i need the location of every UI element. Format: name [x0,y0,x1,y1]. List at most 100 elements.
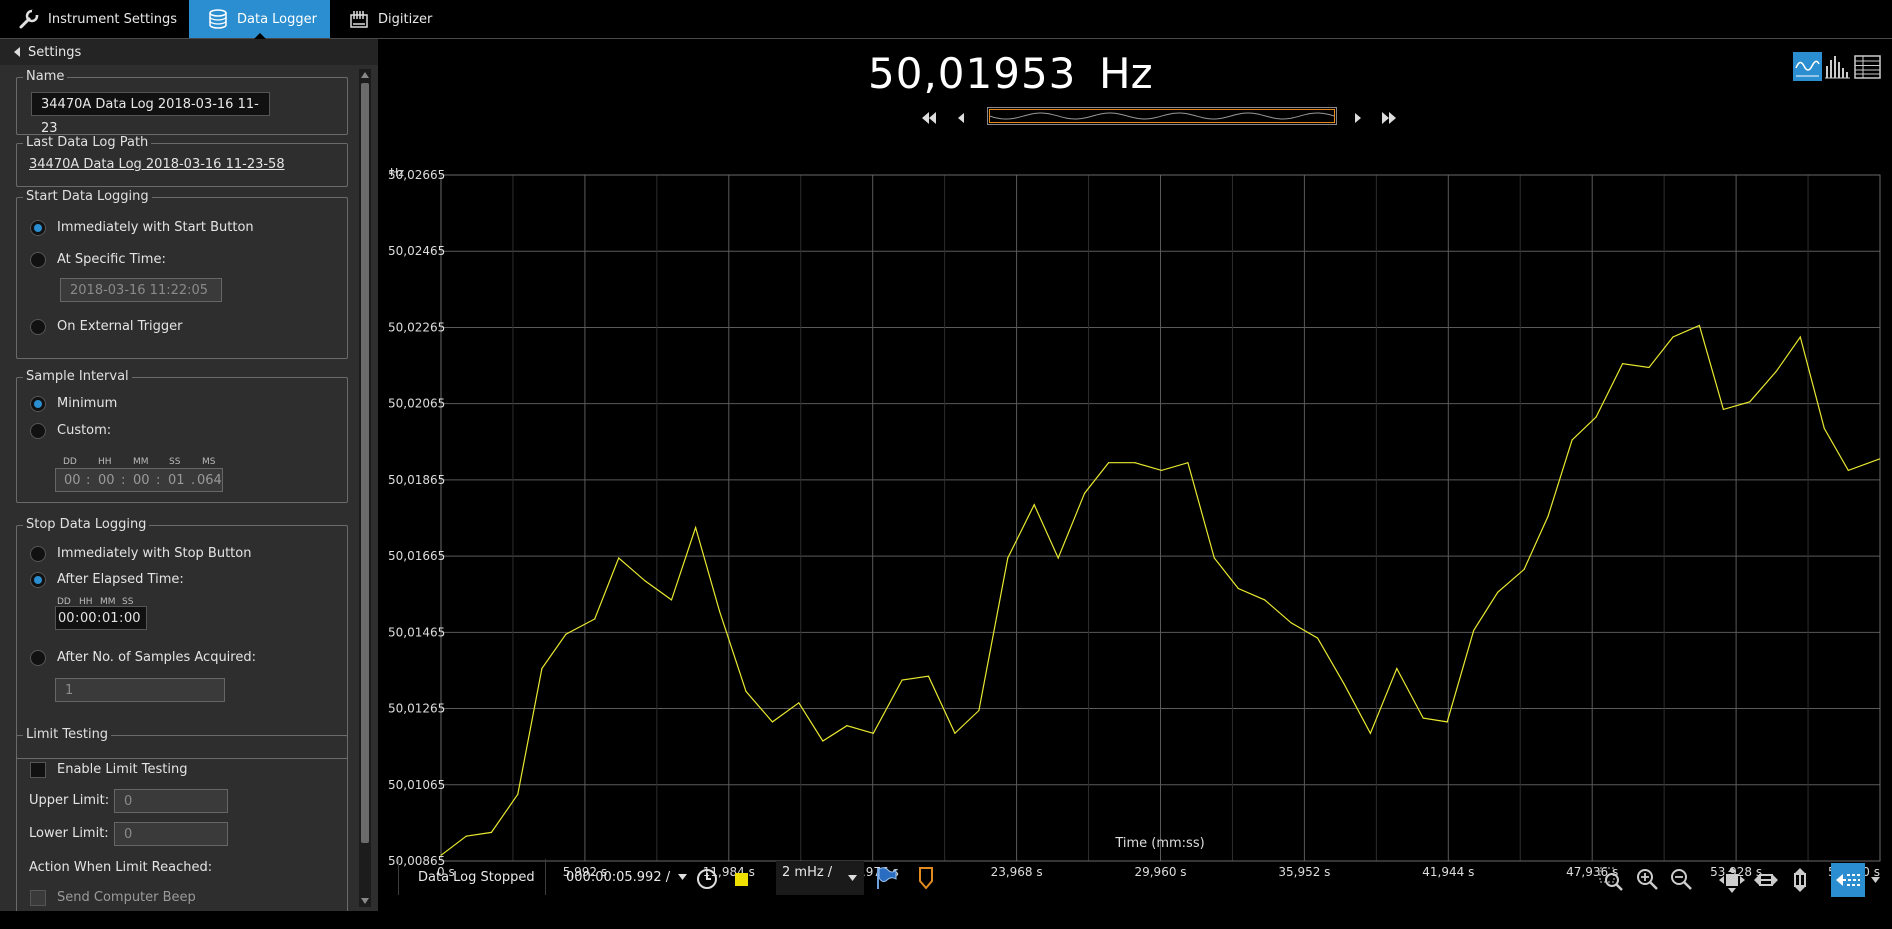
stop-immediate-label: Immediately with Stop Button [57,546,252,561]
zoom-in-icon[interactable] [1634,866,1660,892]
interval-sep: : [121,473,126,488]
y-tick-label: 50,02265 [388,320,445,334]
data-point [1878,458,1881,460]
x-tick-label: 41,944 s [1422,865,1474,879]
data-point [541,667,543,670]
interval-custom-input[interactable]: 00 : 00 : 00 : 01 . 064 [55,468,223,492]
trace-color-swatch[interactable] [728,866,754,892]
table-view-icon[interactable] [1853,52,1882,81]
data-point [565,633,567,635]
lower-limit-input[interactable]: 0 [114,822,228,846]
interval-custom-radio[interactable] [30,423,46,439]
x-tick-label: 23,968 s [991,865,1043,879]
upper-limit-input[interactable]: 0 [114,789,228,813]
start-immediate-radio[interactable] [30,220,46,236]
stop-elapsed-radio[interactable] [30,572,46,588]
data-point [798,702,800,704]
zoom-out-icon[interactable] [1668,866,1694,892]
sample-interval-group: Sample Interval Minimum Custom: DD HH MM… [16,369,348,503]
interval-ms: 064 [197,473,222,488]
data-point [670,599,673,601]
last-path-link[interactable]: 34470A Data Log 2018-03-16 11-23-58 [29,157,285,173]
data-point [1722,408,1725,410]
scroll-mode-dropdown-icon[interactable] [1871,877,1880,883]
start-specific-radio[interactable] [30,252,46,268]
data-point [1847,469,1849,471]
trend-chart[interactable]: 50,0086550,0106550,0126550,0146550,01665… [380,114,1892,929]
frequency-unit: Hz [1099,49,1153,98]
fit-horizontal-icon[interactable] [1751,865,1781,895]
fit-vertical-icon[interactable] [1785,865,1815,895]
data-point [1749,401,1751,403]
scroll-down-icon[interactable] [361,898,369,904]
elapsed-mm: 01 [102,611,119,626]
limit-testing-group: Limit Testing Enable Limit Testing Upper… [16,727,348,911]
start-external-radio[interactable] [30,319,46,335]
stop-logging-group: Stop Data Logging Immediately with Stop … [16,517,348,759]
scroll-thumb[interactable] [361,83,369,843]
send-beep-checkbox[interactable] [30,890,46,906]
data-point [1187,462,1189,464]
data-point [490,831,493,834]
name-group: Name 34470A Data Log 2018-03-16 11-23 [16,69,348,136]
amp-scale-select[interactable]: 2 mHz / [776,861,864,895]
start-logging-group: Start Data Logging Immediately with Star… [16,189,348,359]
samples-input[interactable]: 1 [55,678,225,702]
settings-header-label: Settings [28,44,82,60]
y-tick-label: 50,02065 [388,397,445,411]
data-point [594,618,596,620]
digitizer-icon [350,11,368,28]
data-point [1316,637,1319,639]
stop-samples-radio[interactable] [30,650,46,666]
zoom-box-icon[interactable] [1598,866,1624,892]
start-logging-title: Start Data Logging [23,189,152,205]
y-axis-label: Hz [390,166,404,179]
stop-immediate-radio[interactable] [30,546,46,562]
data-point [1698,324,1701,327]
fit-all-icon[interactable] [1717,865,1747,895]
data-point [927,675,930,677]
histogram-view-icon[interactable] [1823,52,1852,81]
start-time-input[interactable]: 2018-03-16 11:22:05 [60,278,222,302]
collapse-left-icon [14,47,20,57]
stop-logging-title: Stop Data Logging [23,517,150,533]
data-point [1497,591,1499,593]
scroll-up-icon[interactable] [361,72,369,78]
tab-data-logger[interactable]: Data Logger [189,0,330,39]
interval-mm: 00 [133,473,150,488]
data-point [440,854,442,856]
enable-limit-checkbox[interactable] [30,762,46,778]
data-point [771,721,774,723]
tab-instrument-settings[interactable]: Instrument Settings [8,0,198,38]
clock-icon[interactable] [694,866,720,892]
upper-limit-label: Upper Limit: [29,793,110,808]
time-scale-dropdown-icon[interactable] [678,874,687,880]
elapsed-ss: 00 [124,611,141,626]
elapsed-time-input[interactable]: 00 : 00 : 01 : 00 [55,606,147,630]
settings-scrollbar[interactable] [359,69,371,907]
start-immediate-label: Immediately with Start Button [57,220,254,235]
data-point [1213,557,1215,559]
trend-view-icon[interactable] [1793,52,1822,81]
data-point [1134,462,1136,464]
data-point [1108,462,1110,464]
data-point [1084,492,1086,494]
settings-header[interactable]: Settings [0,39,378,65]
data-point [1523,568,1525,571]
marker-icon[interactable] [913,865,939,891]
tab-digitizer[interactable]: Digitizer [348,0,448,38]
amp-scale-dropdown-icon[interactable] [848,875,857,881]
name-input[interactable]: 34470A Data Log 2018-03-16 11-23 [31,92,270,136]
time-scale-select[interactable]: 000:00:05.992 / [566,870,670,885]
scroll-mode-button[interactable] [1831,863,1865,897]
flag-icon[interactable] [873,865,899,891]
limit-action-label: Action When Limit Reached: [29,860,213,875]
start-external-label: On External Trigger [57,319,183,334]
scroll-left-icon [1836,874,1860,886]
interval-minimum-label: Minimum [57,396,118,411]
y-tick-label: 50,01265 [388,702,445,716]
elapsed-dd: 00 [58,611,75,626]
data-point [1648,366,1650,369]
interval-minimum-radio[interactable] [30,396,46,412]
name-group-title: Name [23,69,68,85]
